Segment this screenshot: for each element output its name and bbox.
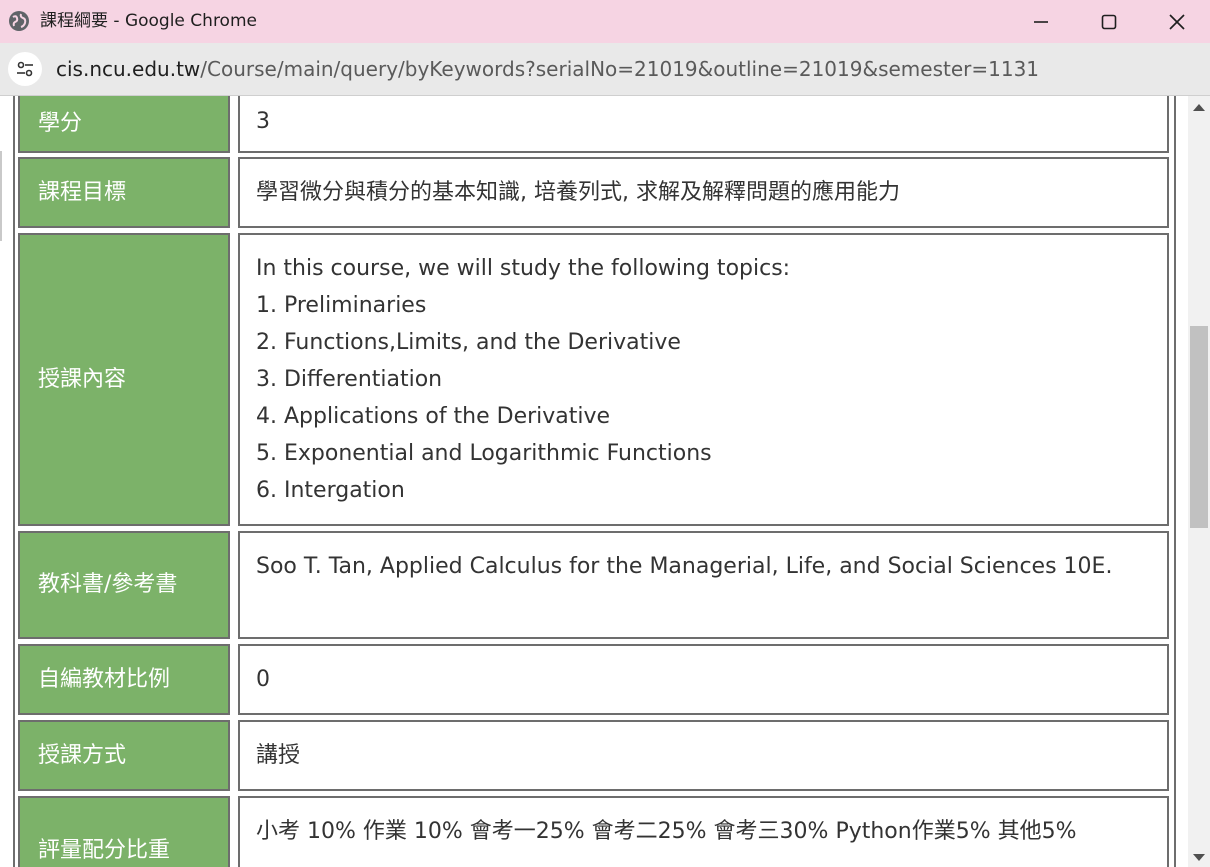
- teaching-method-value: 講授: [256, 743, 301, 768]
- left-edge: [0, 96, 4, 867]
- list-item: 5. Exponential and Logarithmic Functions: [256, 441, 712, 466]
- maximize-button[interactable]: [1076, 0, 1142, 43]
- label-grading: 評量配分比重: [18, 796, 230, 867]
- list-item: 6. Intergation: [256, 478, 405, 503]
- label-credits: 學分: [18, 96, 230, 153]
- scrollbar-thumb[interactable]: [1190, 326, 1208, 528]
- list-item: 1. Preliminaries: [256, 293, 427, 318]
- row-grading: 評量配分比重 小考 10% 作業 10% 會考一25% 會考二25% 會考三30…: [18, 796, 1171, 867]
- value-textbook: Soo T. Tan, Applied Calculus for the Man…: [238, 531, 1169, 639]
- close-button[interactable]: [1144, 0, 1210, 43]
- value-grading: 小考 10% 作業 10% 會考一25% 會考二25% 會考三30% Pytho…: [238, 796, 1169, 867]
- list-item: 4. Applications of the Derivative: [256, 404, 611, 429]
- globe-icon: [9, 11, 29, 31]
- label-objective: 課程目標: [18, 157, 230, 228]
- label-self-material: 自編教材比例: [18, 644, 230, 715]
- vertical-scrollbar[interactable]: [1188, 96, 1210, 867]
- url-field[interactable]: cis.ncu.edu.tw/Course/main/query/byKeywo…: [56, 56, 1039, 82]
- value-self-material: 0: [238, 644, 1169, 715]
- label-content: 授課內容: [18, 233, 230, 526]
- scroll-up-arrow-icon[interactable]: [1193, 104, 1205, 111]
- scroll-down-arrow-icon[interactable]: [1193, 854, 1205, 861]
- list-item: In this course, we will study the follow…: [256, 256, 791, 281]
- value-credits: 3: [238, 96, 1169, 153]
- objective-value: 學習微分與積分的基本知識, 培養列式, 求解及解釋問題的應用能力: [256, 180, 900, 205]
- content-list: In this course, we will study the follow…: [256, 250, 790, 509]
- self-material-value: 0: [256, 667, 270, 692]
- url-host: cis.ncu.edu.tw: [56, 57, 201, 81]
- credits-value: 3: [256, 109, 270, 134]
- label-textbook: 教科書/參考書: [18, 531, 230, 639]
- list-item: 3. Differentiation: [256, 367, 443, 392]
- minimize-button[interactable]: [1008, 0, 1074, 43]
- tune-icon: [17, 61, 33, 77]
- row-self-material: 自編教材比例 0: [18, 644, 1171, 715]
- value-objective: 學習微分與積分的基本知識, 培養列式, 求解及解釋問題的應用能力: [238, 157, 1169, 228]
- row-textbook: 教科書/參考書 Soo T. Tan, Applied Calculus for…: [18, 531, 1171, 639]
- row-objective: 課程目標 學習微分與積分的基本知識, 培養列式, 求解及解釋問題的應用能力: [18, 157, 1171, 228]
- table-outer-border-right: [1174, 96, 1176, 867]
- value-content: In this course, we will study the follow…: [238, 233, 1169, 526]
- maximize-icon: [1101, 14, 1117, 29]
- row-content: 授課內容 In this course, we will study the f…: [18, 233, 1171, 526]
- table-outer-border-left: [13, 96, 15, 867]
- close-icon: [1169, 13, 1185, 30]
- site-info-button[interactable]: [8, 52, 42, 86]
- row-teaching-method: 授課方式 講授: [18, 720, 1171, 791]
- label-teaching-method: 授課方式: [18, 720, 230, 791]
- window-title: 課程綱要 - Google Chrome: [40, 11, 257, 31]
- page-content: 學分 3 課程目標 學習微分與積分的基本知識, 培養列式, 求解及解釋問題的應用…: [0, 96, 1188, 867]
- address-bar: cis.ncu.edu.tw/Course/main/query/byKeywo…: [0, 43, 1210, 96]
- row-credits: 學分 3: [18, 96, 1171, 153]
- minimize-icon: [1034, 20, 1048, 23]
- value-teaching-method: 講授: [238, 720, 1169, 791]
- url-path: /Course/main/query/byKeywords?serialNo=2…: [200, 57, 1040, 81]
- textbook-value: Soo T. Tan, Applied Calculus for the Man…: [256, 554, 1113, 579]
- window-titlebar: 課程綱要 - Google Chrome: [0, 0, 1210, 43]
- list-item: 2. Functions,Limits, and the Derivative: [256, 330, 681, 355]
- grading-value: 小考 10% 作業 10% 會考一25% 會考二25% 會考三30% Pytho…: [256, 819, 1077, 844]
